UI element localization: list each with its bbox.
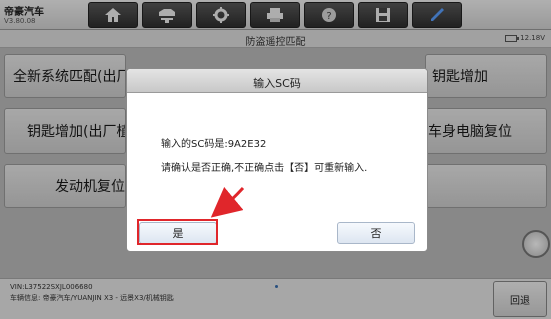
sc-code-dialog: 输入SC码 输入的SC码是:9A2E32 请确认是否正确,不正确点击【否】可重新… xyxy=(126,68,428,252)
dialog-title: 输入SC码 xyxy=(253,77,301,90)
confirm-message: 请确认是否正确,不正确点击【否】可重新输入. xyxy=(161,163,368,174)
dialog-header: 输入SC码 xyxy=(127,69,427,93)
yes-highlight-box xyxy=(137,219,218,245)
no-button[interactable]: 否 xyxy=(337,222,415,244)
sc-code-message: 输入的SC码是:9A2E32 xyxy=(161,139,267,150)
